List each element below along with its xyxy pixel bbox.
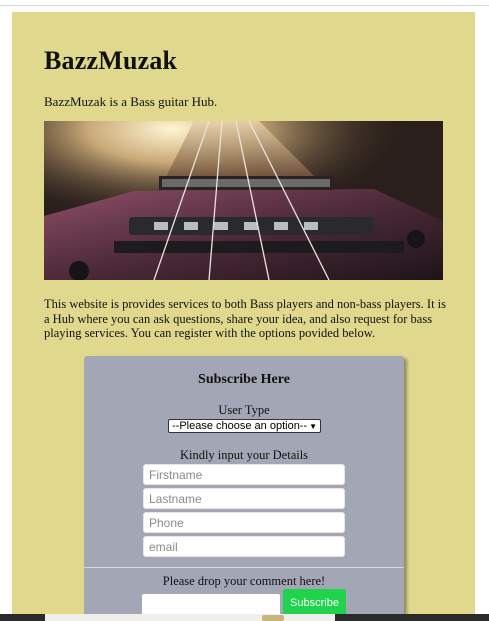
page-container: BazzMuzak BazzMuzak is a Bass guitar Hub… xyxy=(12,12,475,621)
email-input[interactable]: email xyxy=(143,536,345,557)
firstname-input[interactable]: Firstname xyxy=(143,464,345,485)
hero-guitar-image xyxy=(44,121,443,280)
comment-label: Please drop your comment here! xyxy=(162,574,326,588)
phone-placeholder: Phone xyxy=(149,516,184,530)
lastname-placeholder: Lastname xyxy=(149,492,202,506)
site-description: This website is provides services to bot… xyxy=(44,297,447,340)
subscribe-heading: Subscribe Here xyxy=(198,372,290,387)
site-title: BazzMuzak xyxy=(44,46,178,75)
comment-input[interactable] xyxy=(142,594,280,616)
site-tagline: BazzMuzak is a Bass guitar Hub. xyxy=(44,94,218,109)
chevron-down-icon: ▼ xyxy=(309,422,317,431)
subscribe-button[interactable]: Subscribe xyxy=(283,589,346,617)
firstname-placeholder: Firstname xyxy=(149,468,203,482)
bottom-thumbnail xyxy=(262,615,284,621)
user-type-select[interactable]: --Please choose an option-- ▼ xyxy=(168,419,321,433)
lastname-input[interactable]: Lastname xyxy=(143,488,345,509)
details-label: Kindly input your Details xyxy=(179,448,309,462)
email-placeholder: email xyxy=(149,540,178,554)
user-type-label: User Type xyxy=(218,403,270,417)
subscribe-form: Subscribe Here User Type --Please choose… xyxy=(84,356,404,621)
user-type-selected-value: --Please choose an option-- xyxy=(172,420,308,432)
bottom-strip-light xyxy=(45,614,335,621)
form-divider xyxy=(84,567,404,568)
bottom-strip xyxy=(0,614,489,621)
phone-input[interactable]: Phone xyxy=(143,512,345,533)
browser-top-divider xyxy=(0,5,489,6)
